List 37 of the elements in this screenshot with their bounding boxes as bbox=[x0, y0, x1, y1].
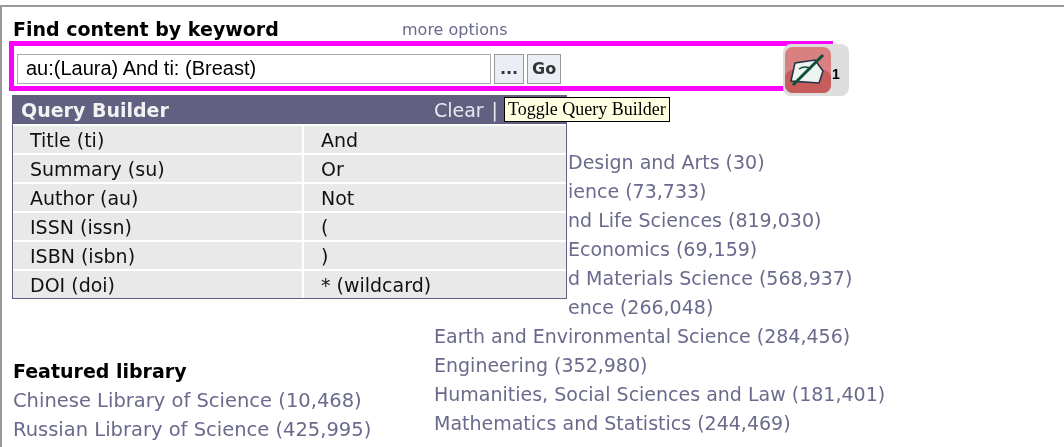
separator: | bbox=[491, 99, 498, 121]
subject-link[interactable]: Engineering (352,980) bbox=[434, 351, 648, 380]
count-label: 1 bbox=[832, 66, 840, 82]
operator-option[interactable]: ( bbox=[304, 215, 329, 238]
library-link[interactable]: Chinese Library of Science (10,468) bbox=[13, 386, 372, 415]
clear-link[interactable]: Clear bbox=[433, 99, 484, 121]
field-option[interactable]: ISBN (isbn) bbox=[13, 242, 304, 269]
subject-link[interactable]: Earth and Environmental Science (284,456) bbox=[434, 322, 851, 351]
browse-button[interactable]: ... bbox=[494, 53, 524, 84]
go-button[interactable]: Go bbox=[527, 53, 562, 84]
subject-link[interactable]: Humanities, Social Sciences and Law (181,401) bbox=[434, 380, 886, 409]
operator-option[interactable]: Not bbox=[304, 186, 355, 209]
field-option[interactable]: Author (au) bbox=[13, 184, 304, 211]
operator-option[interactable]: ) bbox=[304, 244, 329, 267]
field-option[interactable]: DOI (doi) bbox=[13, 271, 304, 298]
subject-link[interactable]: ence (266,048) bbox=[568, 293, 714, 322]
subject-link[interactable]: ience (73,733) bbox=[568, 177, 707, 206]
search-field[interactable]: au:(Laura) And ti: (Breast) bbox=[17, 53, 491, 84]
subject-link[interactable]: Design and Arts (30) bbox=[568, 148, 765, 177]
subject-link[interactable]: nd Life Sciences (819,030) bbox=[568, 206, 822, 235]
subject-link[interactable]: d Materials Science (568,937) bbox=[568, 264, 853, 293]
field-option[interactable]: ISSN (issn) bbox=[13, 213, 304, 240]
section-heading: Featured library bbox=[13, 359, 188, 384]
pen-and-paper-icon bbox=[785, 47, 831, 93]
library-link[interactable]: Russian Library of Science (425,995) bbox=[13, 415, 372, 444]
query-builder-toggle[interactable]: 1 bbox=[783, 44, 849, 96]
more-options-link[interactable]: more options bbox=[402, 19, 508, 39]
operator-option[interactable]: * (wildcard) bbox=[304, 273, 432, 296]
field-option[interactable]: Summary (su) bbox=[13, 155, 304, 182]
field-option[interactable]: Title (ti) bbox=[13, 126, 304, 153]
operator-option[interactable]: Or bbox=[304, 157, 344, 180]
subject-link[interactable]: Economics (69,159) bbox=[568, 235, 758, 264]
tooltip: Toggle Query Builder bbox=[504, 97, 670, 122]
section-heading: Find content by keyword bbox=[13, 18, 280, 40]
operator-option[interactable]: And bbox=[304, 128, 359, 151]
panel-title: Query Builder bbox=[21, 99, 170, 121]
subject-link[interactable]: Mathematics and Statistics (244,469) bbox=[434, 409, 791, 438]
